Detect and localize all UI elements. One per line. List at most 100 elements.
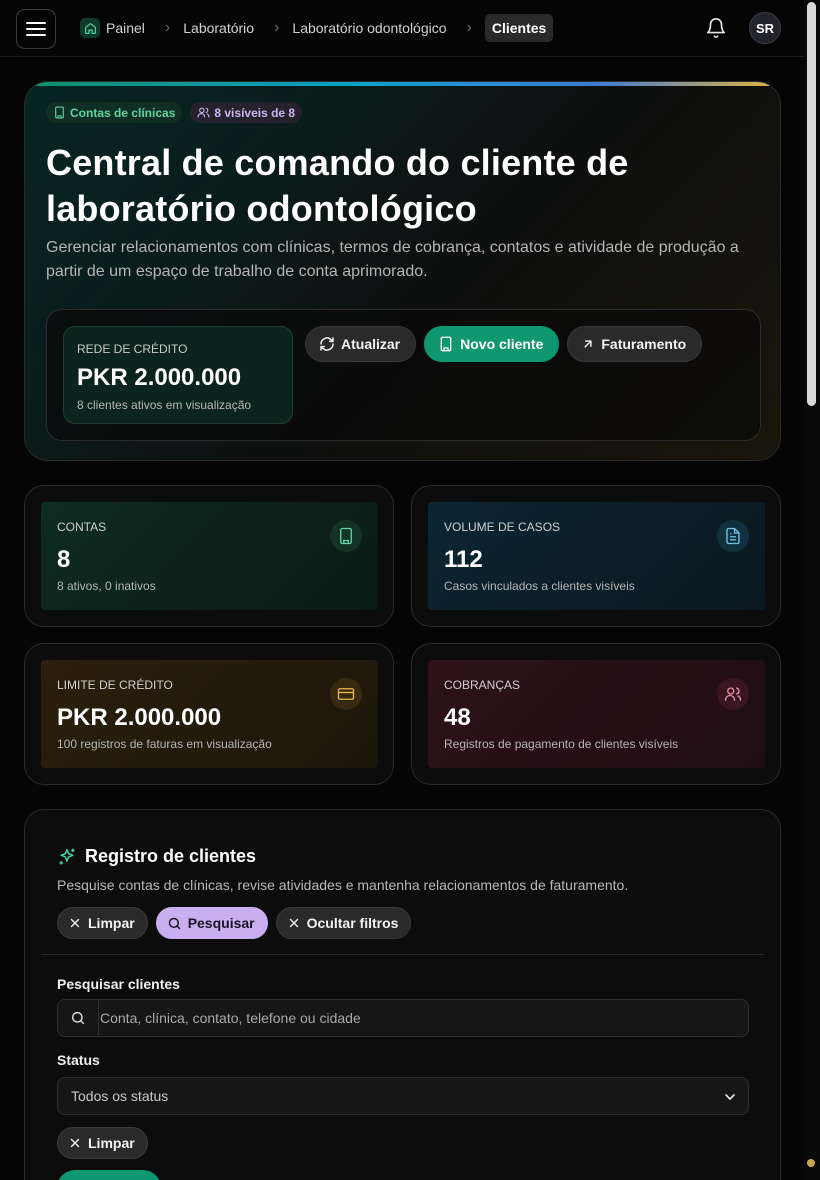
hero-panel: Rede de crédito PKR 2.000.000 8 clientes… bbox=[46, 309, 761, 441]
stat-subtext: 100 registros de faturas em visualização bbox=[57, 737, 272, 751]
breadcrumb-item-clientes: Clientes bbox=[484, 14, 554, 42]
credit-card-icon bbox=[330, 678, 362, 710]
registry-actions: Limpar Pesquisar Ocultar filtros bbox=[57, 907, 412, 939]
stat-card-collections: Cobranças 48 Registros de pagamento de c… bbox=[411, 643, 781, 785]
billing-button[interactable]: Faturamento bbox=[567, 326, 703, 362]
users-icon bbox=[197, 107, 210, 118]
chevron-right-icon: › bbox=[164, 19, 171, 36]
search-button[interactable]: Pesquisar bbox=[155, 907, 268, 939]
notifications-button[interactable] bbox=[705, 17, 727, 39]
status-select-value: Todos os status bbox=[71, 1088, 169, 1104]
credit-subtext: 8 clientes ativos em visualização bbox=[77, 398, 252, 412]
building-icon bbox=[55, 106, 64, 119]
clear-filters-button[interactable]: Limpar bbox=[57, 1127, 148, 1159]
breadcrumb-item-painel[interactable]: Painel bbox=[80, 14, 145, 42]
hide-filters-button[interactable]: Ocultar filtros bbox=[275, 907, 412, 939]
bell-icon bbox=[706, 18, 726, 38]
search-icon bbox=[168, 917, 180, 929]
refresh-icon bbox=[320, 337, 334, 351]
registry-header: Registro de clientes bbox=[57, 846, 256, 867]
hero-chips: Contas de clínicas 8 visíveis de 8 bbox=[46, 102, 303, 123]
search-clients-label: Pesquisar clientes bbox=[57, 976, 180, 992]
stat-subtext: 8 ativos, 0 inativos bbox=[57, 579, 156, 593]
search-label: Pesquisar bbox=[187, 915, 255, 931]
hero-card: Contas de clínicas 8 visíveis de 8 Centr… bbox=[24, 81, 781, 461]
clear-button[interactable]: Limpar bbox=[57, 907, 148, 939]
stat-label: Cobranças bbox=[444, 678, 521, 692]
divider bbox=[41, 954, 764, 955]
client-registry-panel: Registro de clientes Pesquise contas de … bbox=[24, 809, 781, 1180]
stat-subtext: Casos vinculados a clientes visíveis bbox=[444, 579, 635, 593]
stat-value: 112 bbox=[444, 546, 483, 573]
breadcrumb: Painel › Laboratório › Laboratório odont… bbox=[80, 14, 554, 42]
users-icon bbox=[717, 678, 749, 710]
chip-label: Contas de clínicas bbox=[70, 105, 176, 120]
billing-label: Faturamento bbox=[601, 336, 687, 352]
hamburger-icon bbox=[26, 22, 46, 36]
search-input[interactable] bbox=[99, 1000, 739, 1036]
sparkles-icon bbox=[59, 848, 75, 864]
chevron-right-icon: › bbox=[466, 19, 472, 36]
credit-network-card: Rede de crédito PKR 2.000.000 8 clientes… bbox=[63, 326, 293, 424]
scrollbar[interactable] bbox=[804, 0, 820, 1180]
building-icon bbox=[440, 336, 452, 352]
avatar[interactable]: SR bbox=[749, 12, 781, 44]
registry-description: Pesquise contas de clínicas, revise ativ… bbox=[57, 877, 629, 893]
refresh-label: Atualizar bbox=[341, 336, 401, 352]
chevron-down-icon bbox=[725, 1094, 735, 1100]
hide-filters-label: Ocultar filtros bbox=[306, 915, 399, 931]
file-text-icon bbox=[717, 520, 749, 552]
breadcrumb-label: Painel bbox=[106, 20, 145, 36]
top-bar: Painel › Laboratório › Laboratório odont… bbox=[0, 0, 804, 57]
credit-label: Rede de crédito bbox=[77, 342, 188, 356]
status-label: Status bbox=[57, 1052, 100, 1068]
breadcrumb-item-laboratorio[interactable]: Laboratório bbox=[183, 14, 254, 42]
breadcrumb-label: Clientes bbox=[491, 20, 547, 36]
hero-accent-bar bbox=[25, 82, 780, 86]
stat-card-credit-limit: Limite de crédito PKR 2.000.000 100 regi… bbox=[24, 643, 394, 785]
close-icon bbox=[70, 918, 80, 928]
stat-label: Limite de crédito bbox=[57, 678, 173, 692]
menu-button[interactable] bbox=[16, 9, 56, 49]
stat-value: 8 bbox=[57, 546, 71, 573]
stat-card-inner: Limite de crédito PKR 2.000.000 100 regi… bbox=[41, 660, 378, 768]
stat-value: PKR 2.000.000 bbox=[57, 704, 222, 731]
page-title: Central de comando do cliente de laborat… bbox=[46, 142, 629, 229]
page-description: Gerenciar relacionamentos com clínicas, … bbox=[46, 239, 739, 280]
clear-label: Limpar bbox=[88, 915, 135, 931]
close-icon bbox=[289, 918, 298, 928]
search-field bbox=[57, 999, 749, 1037]
status-dot bbox=[807, 1159, 815, 1167]
stat-label: Contas bbox=[57, 520, 107, 534]
building-icon bbox=[330, 520, 362, 552]
scrollbar-thumb[interactable] bbox=[807, 2, 816, 406]
stat-value: 48 bbox=[444, 704, 471, 731]
stat-card-inner: Contas 8 8 ativos, 0 inativos bbox=[41, 502, 378, 610]
new-client-label: Novo cliente bbox=[460, 336, 544, 352]
breadcrumb-item-laboratorio-odontologico[interactable]: Laboratório odontológico bbox=[292, 14, 446, 42]
accounts-chip: Contas de clínicas bbox=[46, 102, 183, 123]
search-icon bbox=[58, 1000, 99, 1036]
registry-title: Registro de clientes bbox=[85, 846, 257, 866]
breadcrumb-label: Laboratório odontológico bbox=[292, 20, 447, 36]
visible-count-chip: 8 visíveis de 8 bbox=[190, 102, 303, 123]
stat-card-case-volume: Volume de casos 112 Casos vinculados a c… bbox=[411, 485, 781, 627]
apply-button[interactable] bbox=[57, 1170, 161, 1180]
close-icon bbox=[70, 1138, 80, 1148]
hero-actions: Atualizar Novo cliente Faturamento bbox=[305, 326, 703, 362]
home-icon bbox=[80, 18, 100, 38]
new-client-button[interactable]: Novo cliente bbox=[424, 326, 560, 362]
stat-subtext: Registros de pagamento de clientes visív… bbox=[444, 737, 679, 751]
stat-card-accounts: Contas 8 8 ativos, 0 inativos bbox=[24, 485, 394, 627]
chevron-right-icon: › bbox=[274, 19, 280, 36]
chip-label: 8 visíveis de 8 bbox=[214, 105, 296, 120]
stat-label: Volume de casos bbox=[444, 520, 561, 534]
arrow-up-right-icon bbox=[584, 340, 592, 348]
breadcrumb-label: Laboratório bbox=[183, 20, 255, 36]
credit-value: PKR 2.000.000 bbox=[77, 364, 242, 391]
refresh-button[interactable]: Atualizar bbox=[305, 326, 417, 362]
clear-label: Limpar bbox=[88, 1135, 135, 1151]
stat-card-inner: Cobranças 48 Registros de pagamento de c… bbox=[428, 660, 765, 768]
stat-card-inner: Volume de casos 112 Casos vinculados a c… bbox=[428, 502, 765, 610]
status-select[interactable]: Todos os status bbox=[57, 1077, 749, 1115]
